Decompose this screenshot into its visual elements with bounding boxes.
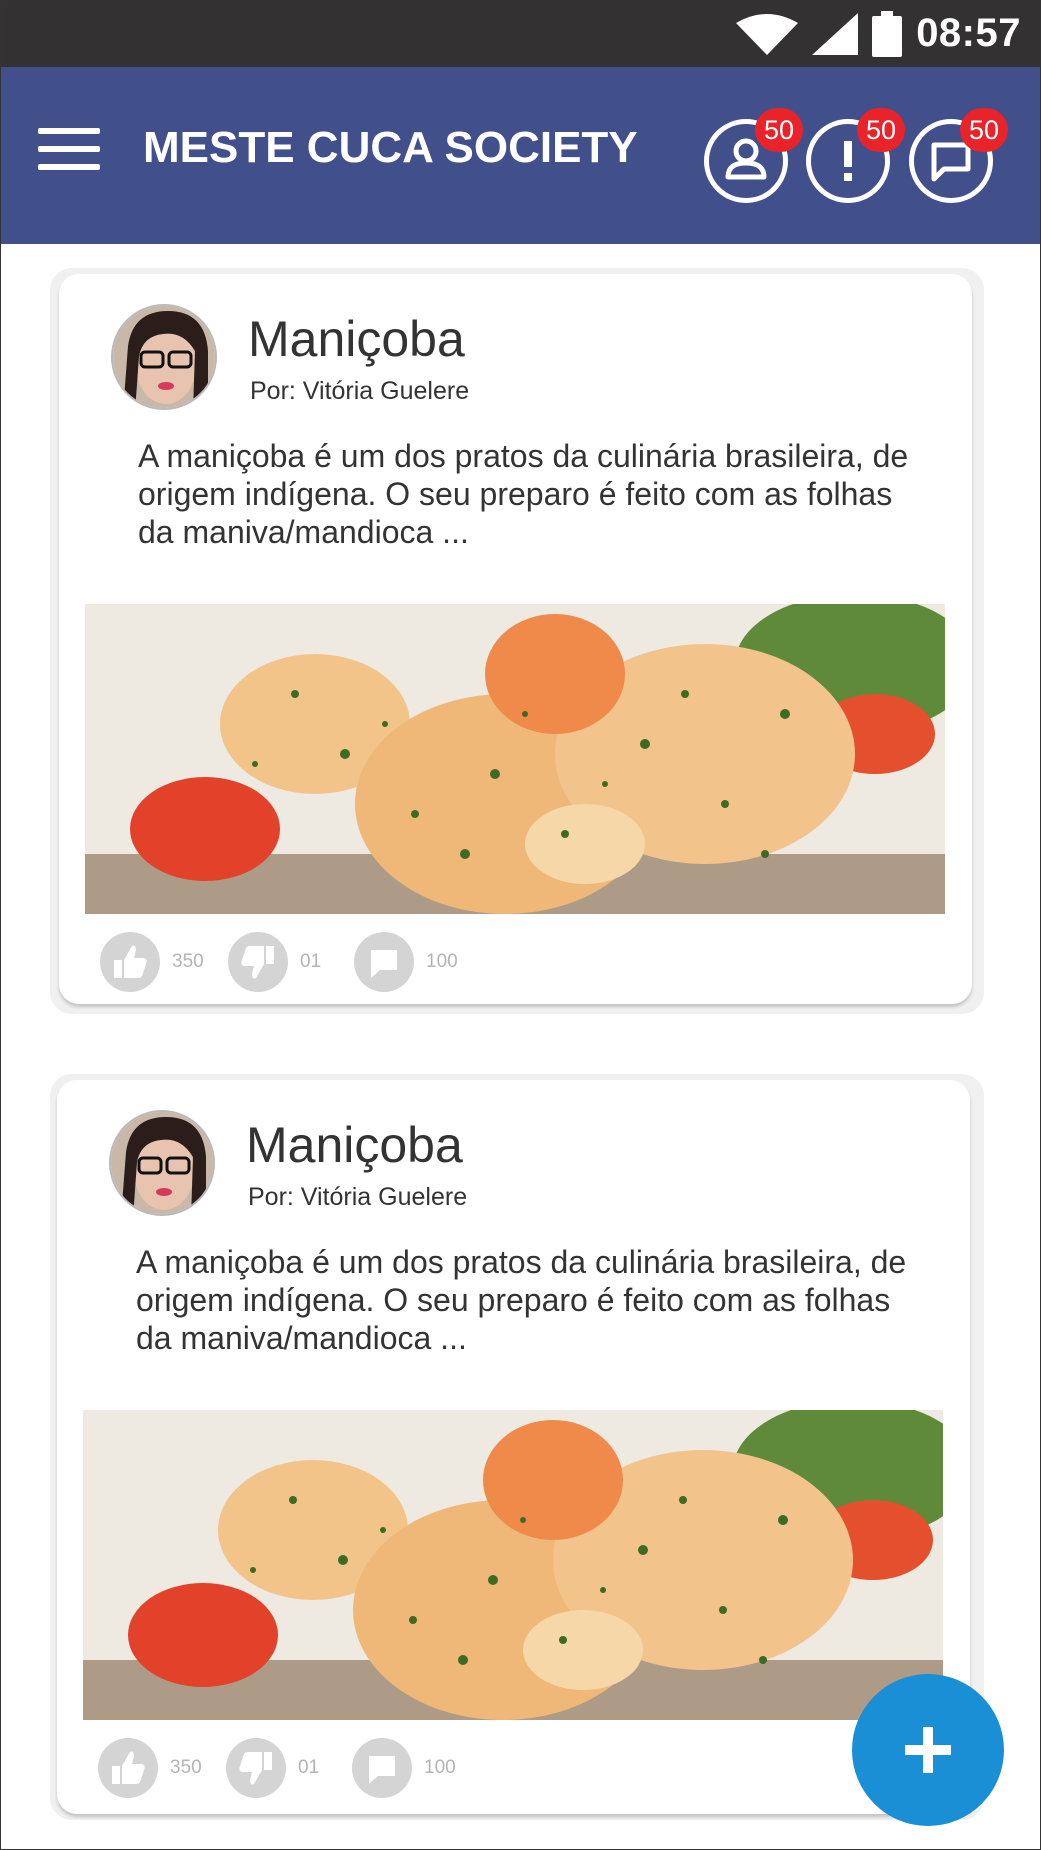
- post-card-wrapper: Maniçoba Por: Vitória Guelere A maniçoba…: [50, 1074, 984, 1820]
- menu-icon[interactable]: [38, 128, 100, 174]
- dislike-count: 01: [300, 951, 322, 972]
- avatar[interactable]: [109, 1110, 215, 1216]
- add-post-button[interactable]: [852, 1674, 1004, 1826]
- post-image[interactable]: [83, 1410, 943, 1720]
- post-actions: 350 01 100: [100, 931, 600, 993]
- post-author[interactable]: Por: Vitória Guelere: [250, 377, 469, 406]
- avatar[interactable]: [111, 304, 217, 410]
- signal-icon: [812, 12, 859, 55]
- post-title[interactable]: Maniçoba: [246, 1116, 463, 1174]
- thumbs-down-icon: [241, 946, 274, 979]
- comment-button[interactable]: 100: [354, 931, 458, 993]
- like-count: 350: [170, 1757, 202, 1778]
- dislike-count: 01: [298, 1757, 320, 1778]
- post-card[interactable]: Maniçoba Por: Vitória Guelere A maniçoba…: [59, 274, 972, 1004]
- comment-count: 100: [426, 951, 458, 972]
- app-title: MESTE CUCA SOCIETY: [143, 123, 638, 172]
- dislike-button[interactable]: 01: [226, 1737, 319, 1799]
- post-image[interactable]: [85, 604, 945, 914]
- comment-button[interactable]: 100: [352, 1737, 456, 1799]
- status-bar: 08:57: [0, 0, 1041, 67]
- dislike-button[interactable]: 01: [228, 931, 321, 993]
- status-icons: 08:57: [736, 0, 1021, 67]
- post-card-wrapper: Maniçoba Por: Vitória Guelere A maniçoba…: [50, 268, 984, 1014]
- post-author[interactable]: Por: Vitória Guelere: [248, 1183, 467, 1212]
- post-excerpt: A maniçoba é um dos pratos da culinária …: [138, 438, 909, 550]
- notification-badge: 50: [755, 108, 803, 152]
- like-button[interactable]: 350: [100, 931, 204, 993]
- post-title[interactable]: Maniçoba: [248, 310, 465, 368]
- notification-badge: 50: [857, 108, 905, 152]
- comment-icon: [371, 950, 397, 978]
- app-bar: MESTE CUCA SOCIETY 50 50 50: [0, 67, 1041, 244]
- wifi-icon: [736, 13, 799, 55]
- battery-icon: [872, 10, 903, 57]
- thumbs-up-icon: [114, 945, 147, 978]
- post-actions: 350 01 100: [98, 1737, 598, 1799]
- clock: 08:57: [916, 11, 1021, 55]
- comment-icon: [369, 1756, 395, 1784]
- thumbs-up-icon: [112, 1751, 145, 1784]
- like-button[interactable]: 350: [98, 1737, 202, 1799]
- thumbs-down-icon: [239, 1752, 272, 1785]
- post-excerpt: A maniçoba é um dos pratos da culinária …: [136, 1244, 907, 1356]
- notification-badge: 50: [960, 108, 1008, 152]
- alerts-button[interactable]: 50: [806, 108, 905, 203]
- profile-button[interactable]: 50: [704, 108, 803, 203]
- messages-button[interactable]: 50: [909, 108, 1008, 203]
- like-count: 350: [172, 951, 204, 972]
- comment-count: 100: [424, 1757, 456, 1778]
- post-card[interactable]: Maniçoba Por: Vitória Guelere A maniçoba…: [57, 1080, 970, 1814]
